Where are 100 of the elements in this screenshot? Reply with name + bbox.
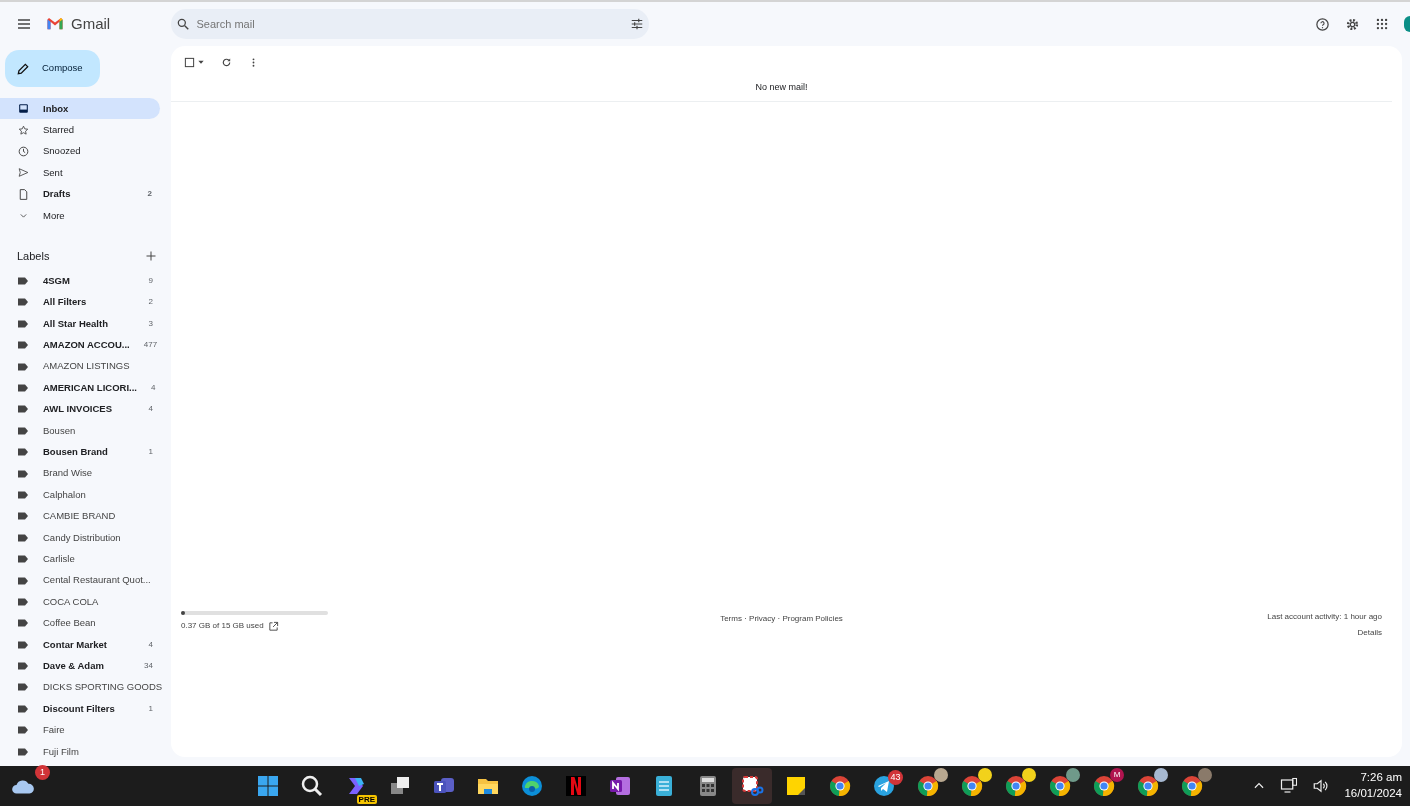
label-item[interactable]: Carlisle (43, 552, 153, 567)
notification-badge: 1 (35, 765, 50, 780)
unread-count: 4 (150, 382, 156, 394)
label-item[interactable]: All Star Health (43, 316, 135, 331)
label-item[interactable]: AMAZON LISTINGS (43, 359, 153, 374)
label-item[interactable]: AMERICAN LICORI... (43, 380, 137, 396)
unread-count: 4 (148, 403, 153, 416)
footer-links[interactable]: Terms · Privacy · Program Policies (720, 614, 843, 623)
details-link[interactable]: Details (1357, 627, 1382, 639)
inbox-icon (17, 102, 30, 116)
checkbox[interactable] (184, 56, 195, 68)
label-tag-icon (17, 403, 29, 416)
label-tag-icon (17, 275, 29, 288)
nav-item[interactable]: Inbox (0, 98, 160, 120)
label-item[interactable]: AWL INVOICES (43, 402, 135, 417)
refresh-icon[interactable] (221, 56, 232, 68)
avatar[interactable] (1404, 16, 1410, 32)
notification-badge: 43 (888, 770, 903, 785)
chrome-icon (1004, 774, 1028, 798)
start-icon (256, 774, 280, 798)
clock-date[interactable]: 16/01/2024 (1344, 786, 1402, 802)
label-tag-icon (17, 339, 29, 352)
label-item[interactable]: CAMBIE BRAND (43, 509, 153, 524)
label-item[interactable]: Fuji Film (43, 744, 153, 759)
chrome-icon (1048, 774, 1072, 798)
nav-item[interactable]: Sent (0, 162, 160, 184)
unread-count: 2 (148, 296, 153, 309)
label-item[interactable]: AMAZON ACCOU... (43, 338, 130, 353)
label-tag-icon (17, 553, 29, 566)
chrome-icon (960, 774, 984, 798)
label-item[interactable]: All Filters (43, 295, 135, 310)
taskbar-app[interactable]: 43 (864, 768, 904, 804)
star-icon (17, 123, 30, 137)
chrome-icon (1136, 774, 1160, 798)
storage-usage-text: 0.37 GB of 15 GB used (181, 620, 264, 632)
chrome-icon (1180, 774, 1204, 798)
unread-count: 1 (148, 702, 153, 715)
nav-item[interactable]: More (0, 204, 160, 227)
apps-grid-icon[interactable] (1375, 17, 1389, 31)
clock-icon (17, 144, 30, 158)
open-external-icon[interactable] (268, 620, 280, 632)
label-item[interactable]: Calphalon (43, 487, 153, 503)
label-tag-icon (17, 296, 29, 309)
preview-tag: PRE (356, 795, 377, 804)
label-item[interactable]: Discount Filters (43, 701, 135, 716)
taskbar-app[interactable]: M (1084, 768, 1124, 804)
label-item[interactable]: Brand Wise (43, 466, 153, 481)
taskbar-app[interactable]: PRE (336, 768, 376, 804)
document-icon (17, 187, 30, 201)
empty-inbox-message: No new mail! (755, 80, 808, 94)
label-tag-icon (17, 660, 29, 673)
label-item[interactable]: Contar Market (43, 637, 135, 652)
label-item[interactable]: Dave & Adam (43, 658, 131, 674)
snipping-tool-icon (740, 774, 764, 798)
unread-count: 9 (148, 275, 153, 288)
label-item[interactable]: Faire (43, 723, 153, 738)
label-tag-icon (17, 724, 29, 737)
label-tag-icon (17, 681, 29, 694)
unread-count: 4 (148, 638, 153, 651)
profile-badge: M (1110, 768, 1124, 782)
send-icon (17, 166, 30, 180)
label-item[interactable]: Bousen (43, 423, 153, 438)
label-tag-icon (17, 617, 29, 630)
nav-item[interactable]: Snoozed (0, 140, 160, 163)
search-bar[interactable]: Search mail (171, 9, 649, 39)
menu-icon[interactable] (16, 16, 32, 32)
unread-count: 3 (148, 317, 153, 330)
label-item[interactable]: Cental Restaurant Quot... (43, 573, 153, 588)
label-item[interactable]: DICKS SPORTING GOODS (43, 680, 163, 695)
help-icon[interactable] (1315, 16, 1330, 32)
label-tag-icon (17, 446, 29, 459)
taskbar-app[interactable] (732, 768, 772, 804)
search-icon (175, 17, 190, 31)
label-tag-icon (17, 382, 29, 394)
edge-icon (520, 774, 544, 798)
onenote-icon (608, 774, 632, 798)
nav-item[interactable]: Drafts 2 (0, 183, 160, 205)
settings-icon[interactable] (1345, 16, 1360, 32)
label-item[interactable]: Candy Distribution (43, 530, 153, 545)
network-icon[interactable] (1280, 777, 1299, 795)
clock-time[interactable]: 7:26 am (1360, 770, 1402, 786)
labels-heading: Labels (17, 248, 50, 264)
chrome-icon (828, 774, 852, 798)
label-item[interactable]: Coffee Bean (43, 616, 153, 631)
search-field[interactable]: Search mail (194, 14, 626, 34)
unread-count: 1 (148, 446, 153, 459)
gmail-logo-text: Gmail (71, 13, 111, 34)
filter-sliders-icon[interactable] (630, 17, 645, 31)
plus-icon[interactable] (145, 250, 157, 263)
caret-icon[interactable] (197, 58, 205, 66)
label-item[interactable]: COCA COLA (43, 594, 153, 609)
label-item[interactable]: Bousen Brand (43, 445, 135, 460)
search-icon (300, 774, 324, 798)
unread-count: 34 (144, 660, 153, 673)
sticky-note-icon (784, 774, 808, 798)
compose-button[interactable]: Compose (5, 50, 100, 87)
pencil-icon (16, 61, 30, 76)
nav-item[interactable]: Starred (0, 119, 160, 141)
unread-count: 477 (143, 339, 158, 352)
label-item[interactable]: 4SGM (43, 273, 135, 289)
